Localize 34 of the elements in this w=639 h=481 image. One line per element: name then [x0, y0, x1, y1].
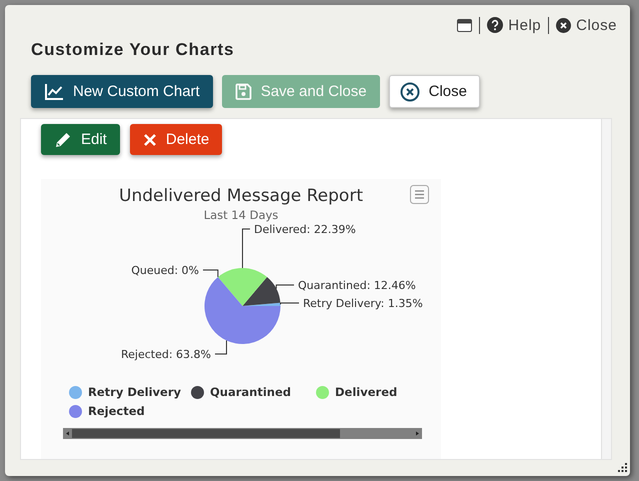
- close-icon: [556, 18, 572, 32]
- scrollbar[interactable]: [601, 119, 611, 459]
- leader-line: [242, 228, 250, 268]
- close-icon: [142, 132, 157, 146]
- data-label: Retry Delivery: 1.35%: [303, 297, 423, 310]
- chart-subtitle: Last 14 Days: [202, 208, 280, 222]
- delete-button[interactable]: Delete: [130, 124, 222, 155]
- legend-label[interactable]: Retry Delivery: [88, 385, 182, 400]
- legend-label[interactable]: Delivered: [335, 385, 398, 400]
- edit-button[interactable]: Edit: [41, 124, 120, 155]
- leader-line: [280, 302, 300, 305]
- line-chart-icon: [44, 82, 64, 100]
- leader-line: [276, 284, 294, 290]
- save-icon: [234, 83, 252, 100]
- legend-label[interactable]: Quarantined: [210, 385, 291, 400]
- help-icon: [487, 17, 504, 33]
- data-label: Rejected: 63.8%: [121, 348, 211, 361]
- data-label: Quarantined: 12.46%: [298, 279, 416, 292]
- data-label: Delivered: 22.39%: [254, 223, 356, 236]
- help-link[interactable]: Help: [487, 16, 542, 34]
- new-chart-button[interactable]: New Custom Chart: [31, 75, 213, 108]
- close-link[interactable]: Close: [556, 16, 617, 34]
- chart-title: Undelivered Message Report: [119, 185, 363, 206]
- legend-label[interactable]: Rejected: [88, 404, 145, 419]
- menu-icon[interactable]: [410, 185, 429, 204]
- dialog-title: Customize Your Charts: [31, 40, 236, 60]
- close-icon: [400, 82, 420, 102]
- data-label: Queued: 0%: [131, 264, 199, 277]
- leader-line: [202, 270, 218, 278]
- close-button[interactable]: Close: [388, 75, 480, 108]
- leader-line: [214, 340, 227, 354]
- window-icon[interactable]: [457, 18, 472, 32]
- resize-grip-icon[interactable]: [618, 463, 627, 472]
- pencil-icon: [54, 130, 72, 148]
